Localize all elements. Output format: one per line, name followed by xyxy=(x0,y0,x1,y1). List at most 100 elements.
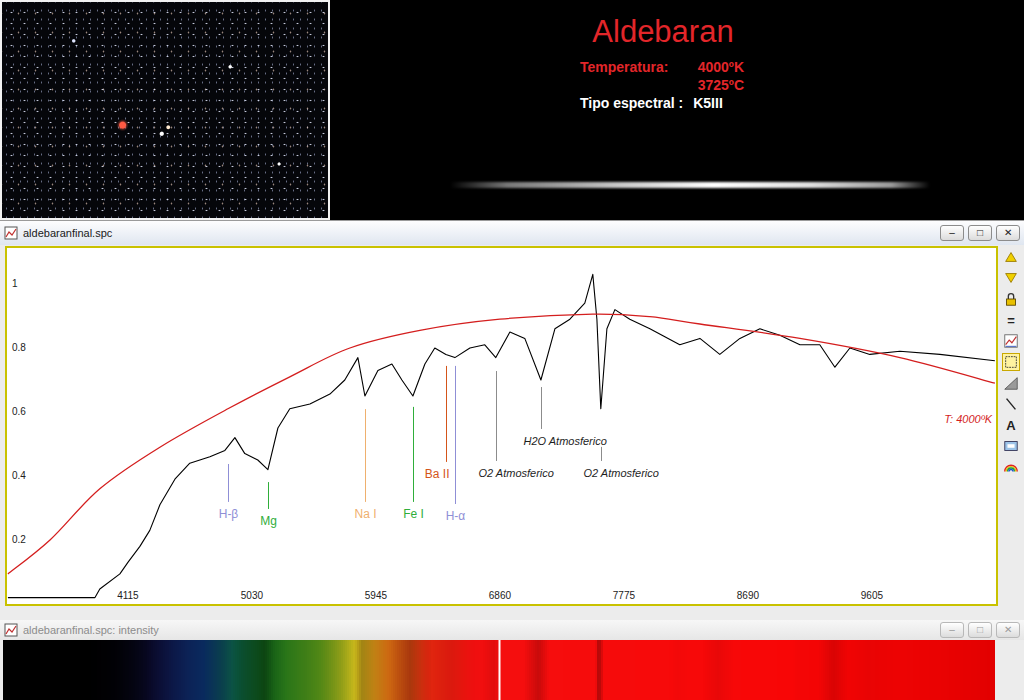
ramp-tool-button[interactable] xyxy=(1002,374,1020,392)
annotation-marker xyxy=(541,387,542,429)
tool-glyph: A xyxy=(1006,419,1015,432)
y-axis-tick: 0.2 xyxy=(12,534,26,546)
intensity-cursor xyxy=(499,640,501,700)
y-axis-tick: 1 xyxy=(12,278,18,290)
spectral-type-row: Tipo espectral : K5III xyxy=(580,94,744,112)
chart-icon xyxy=(1003,333,1019,349)
intensity-strip[interactable] xyxy=(3,640,995,700)
spectrum-streak xyxy=(450,182,930,188)
x-axis-tick: 8690 xyxy=(737,590,759,602)
annotation-line xyxy=(541,387,542,429)
ramp-icon xyxy=(1003,375,1019,391)
spectrum-window: aldebaranfinal.spc–□✕ H-βMgNa IFe IBa II… xyxy=(0,220,1024,614)
annotation-line xyxy=(446,366,447,462)
annotation-line xyxy=(496,371,497,461)
intensity-window: aldebaranfinal.spc: intensity–□✕ xyxy=(0,614,1024,700)
annotation-label: H2O Atmosferico xyxy=(524,434,607,448)
maximize-button[interactable]: □ xyxy=(968,225,992,241)
x-axis-tick: 9605 xyxy=(861,590,883,602)
star-info-panel: AldebaranTemperatura:4000ºK3725ºCTipo es… xyxy=(330,0,1024,220)
x-axis-tick: 5945 xyxy=(365,590,387,602)
lock-icon xyxy=(1003,291,1019,307)
annotation-marker xyxy=(601,447,602,461)
line-tool-button[interactable] xyxy=(1002,395,1020,413)
spectrum-curve xyxy=(8,274,995,597)
x-axis-tick: 6860 xyxy=(489,590,511,602)
annotation-marker xyxy=(496,371,497,461)
intensity-columns xyxy=(3,640,995,700)
spectrum-window-titlebar[interactable]: aldebaranfinal.spc–□✕ xyxy=(0,221,1024,245)
annotation-line xyxy=(228,464,229,502)
up-icon xyxy=(1003,249,1019,265)
annotation-marker xyxy=(455,366,456,504)
rainbow-tool-button[interactable] xyxy=(1002,458,1020,476)
annotation-marker xyxy=(268,482,269,509)
annotation-label: H-β xyxy=(219,507,239,521)
up-tool-button[interactable] xyxy=(1002,248,1020,266)
star-info: Temperatura:4000ºK3725ºCTipo espectral :… xyxy=(580,58,744,112)
chart-canvas xyxy=(7,248,996,604)
spectral-type: K5III xyxy=(693,94,723,112)
rainbow-icon xyxy=(1003,459,1019,475)
series-group xyxy=(8,314,995,574)
spectrum-file-icon xyxy=(4,226,18,240)
header-panel: AldebaranTemperatura:4000ºK3725ºCTipo es… xyxy=(0,0,1024,220)
star-name: Aldebaran xyxy=(330,0,1024,50)
spectrum-file-icon xyxy=(4,623,18,637)
close-button[interactable]: ✕ xyxy=(996,622,1020,638)
chart-toolbar: =A xyxy=(1000,246,1022,606)
annotation-label: Na I xyxy=(354,507,376,521)
annotation-label: H-α xyxy=(446,509,466,523)
close-button[interactable]: ✕ xyxy=(996,225,1020,241)
lock-tool-button[interactable] xyxy=(1002,290,1020,308)
down-icon xyxy=(1003,270,1019,286)
annotation-line xyxy=(365,409,366,502)
x-axis-tick: 5030 xyxy=(241,590,263,602)
glyph-tool-button[interactable]: A xyxy=(1002,416,1020,434)
glyph-tool-button[interactable]: = xyxy=(1002,311,1020,329)
chart-tool-button[interactable] xyxy=(1002,332,1020,350)
annotation-label: O2 Atmosferico xyxy=(479,466,554,480)
annotation-marker xyxy=(446,366,447,462)
annotation-line xyxy=(601,447,602,461)
y-axis-tick: 0.4 xyxy=(12,470,26,482)
frame-icon xyxy=(1003,354,1019,370)
tool-glyph: = xyxy=(1007,314,1015,327)
intensity-window-titlebar[interactable]: aldebaranfinal.spc: intensity–□✕ xyxy=(0,620,1024,640)
y-axis-tick: 0.6 xyxy=(12,406,26,418)
screen-tool-button[interactable] xyxy=(1002,437,1020,455)
spectral-type-label: Tipo espectral : xyxy=(580,94,683,112)
screen-icon xyxy=(1003,438,1019,454)
spectrum-chart[interactable]: H-βMgNa IFe IBa IIH-αO2 AtmosfericoH2O A… xyxy=(5,246,998,606)
annotation-marker xyxy=(228,464,229,502)
line-icon xyxy=(1003,396,1019,412)
annotation-label: O2 Atmosferico xyxy=(584,466,659,480)
minimize-button[interactable]: – xyxy=(940,225,964,241)
temperature-celsius-row: 3725ºC xyxy=(580,76,744,94)
series-group xyxy=(8,274,995,597)
minimize-button[interactable]: – xyxy=(940,622,964,638)
x-axis-tick: 4115 xyxy=(117,590,139,602)
star-field-photo xyxy=(0,0,330,220)
window-buttons: –□✕ xyxy=(940,622,1020,638)
curve-label: T: 4000ºK xyxy=(944,413,992,426)
temperature-kelvin: 4000ºK xyxy=(698,58,744,76)
temperature-row: Temperatura: 4000ºK xyxy=(580,58,744,76)
window-title: aldebaranfinal.spc: intensity xyxy=(23,622,935,639)
down-tool-button[interactable] xyxy=(1002,269,1020,287)
y-axis-tick: 0.8 xyxy=(12,342,26,354)
temperature-label: Temperatura: xyxy=(580,58,668,76)
planck-curve xyxy=(8,314,995,574)
annotation-line xyxy=(413,407,414,502)
x-axis-tick: 7775 xyxy=(613,590,635,602)
annotation-label: Fe I xyxy=(403,507,424,521)
annotation-marker xyxy=(365,409,366,502)
frame-tool-button[interactable] xyxy=(1002,353,1020,371)
temperature-celsius: 3725ºC xyxy=(698,76,744,94)
annotation-line xyxy=(268,482,269,509)
annotation-marker xyxy=(413,407,414,502)
maximize-button[interactable]: □ xyxy=(968,622,992,638)
annotation-label: Mg xyxy=(260,514,277,528)
intensity-strip-row xyxy=(0,640,1024,700)
annotation-line xyxy=(455,366,456,504)
